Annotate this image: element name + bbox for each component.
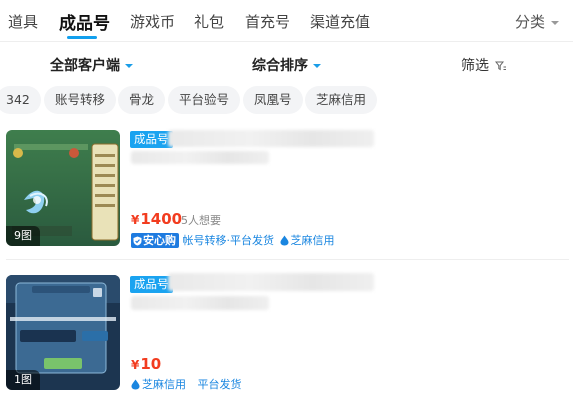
listing-card[interactable]: 1图 成品号 ¥10 芝麻信用 平台发货 xyxy=(0,273,573,395)
tab-gift-pack[interactable]: 礼包 xyxy=(194,11,224,32)
zhima-credit-badge: 芝麻信用 xyxy=(131,378,190,391)
listing-thumbnail: 1图 xyxy=(6,275,120,390)
chip-platform-verify[interactable]: 平台验号 xyxy=(168,86,241,114)
price-value: 10 xyxy=(140,355,162,373)
tab-finished-accounts[interactable]: 成品号 xyxy=(59,9,110,34)
chip-phoenix-account[interactable]: 凤凰号 xyxy=(243,86,303,114)
zhima-credit-label: 芝麻信用 xyxy=(142,378,186,391)
tab-game-currency[interactable]: 游戏币 xyxy=(130,11,175,32)
listing-divider xyxy=(6,259,569,260)
currency-symbol: ¥ xyxy=(131,213,140,227)
zhima-credit-badge: 芝麻信用 xyxy=(280,234,335,247)
listing-card[interactable]: 9图 成品号 ¥1400 5人想要 安心购 帐号转移·平台发货 芝麻信用 xyxy=(0,130,573,255)
caret-down-icon xyxy=(125,64,133,68)
chevron-down-icon xyxy=(551,20,559,25)
blurred-title xyxy=(168,273,374,291)
water-drop-icon xyxy=(280,235,288,246)
caret-down-icon xyxy=(313,64,321,68)
water-drop-icon xyxy=(131,379,140,390)
price: ¥10 xyxy=(131,354,161,373)
active-tab-indicator xyxy=(67,36,97,39)
tab-first-charge[interactable]: 首充号 xyxy=(245,11,290,32)
zhima-credit-label: 芝麻信用 xyxy=(290,234,335,247)
sort-label: 综合排序 xyxy=(252,58,308,74)
transfer-delivery-label: 帐号转移·平台发货 xyxy=(182,234,275,247)
quick-filter-chips: 342 账号转移 骨龙 平台验号 凤凰号 芝麻信用 xyxy=(0,86,573,116)
filter-bar: 全部客户端 综合排序 筛选 xyxy=(0,48,573,80)
tab-props[interactable]: 道具 xyxy=(8,11,38,32)
category-dropdown[interactable]: 分类 xyxy=(515,11,559,32)
anxin-label: 安心购 xyxy=(143,233,176,247)
filter-label: 筛选 xyxy=(461,58,489,74)
client-filter-label: 全部客户端 xyxy=(50,58,120,74)
image-count-badge: 9图 xyxy=(6,226,40,246)
chip-zhima-credit[interactable]: 芝麻信用 xyxy=(305,86,378,114)
top-tab-bar: 道具 成品号 游戏币 礼包 首充号 渠道充值 分类 xyxy=(0,0,573,42)
listing-badges: 安心购 帐号转移·平台发货 芝麻信用 xyxy=(131,232,335,248)
chip-account-transfer[interactable]: 账号转移 xyxy=(44,86,117,114)
blurred-subtitle xyxy=(131,151,269,164)
filter-button[interactable]: 筛选 xyxy=(461,55,507,75)
shield-check-icon xyxy=(133,236,142,245)
finished-account-tag: 成品号 xyxy=(130,131,173,148)
price-value: 1400 xyxy=(140,210,183,228)
client-filter-dropdown[interactable]: 全部客户端 xyxy=(50,55,133,75)
tab-channel-recharge[interactable]: 渠道充值 xyxy=(310,11,370,32)
category-label: 分类 xyxy=(514,13,545,31)
wants-count: 5人想要 xyxy=(181,214,221,227)
price: ¥1400 xyxy=(131,209,182,228)
listing-thumbnail: 9图 xyxy=(6,130,120,246)
blurred-title xyxy=(168,130,374,147)
sort-dropdown[interactable]: 综合排序 xyxy=(252,55,321,75)
chip-342[interactable]: 342 xyxy=(0,86,41,114)
image-count-badge: 1图 xyxy=(6,370,40,390)
chip-bone-dragon[interactable]: 骨龙 xyxy=(118,86,166,114)
currency-symbol: ¥ xyxy=(131,358,140,372)
listing-badges: 芝麻信用 平台发货 xyxy=(131,376,242,391)
finished-account-tag: 成品号 xyxy=(130,276,173,293)
blurred-subtitle xyxy=(131,296,269,310)
filter-funnel-icon xyxy=(495,61,507,71)
platform-delivery-label: 平台发货 xyxy=(197,378,242,391)
anxin-badge: 安心购 xyxy=(131,232,179,248)
